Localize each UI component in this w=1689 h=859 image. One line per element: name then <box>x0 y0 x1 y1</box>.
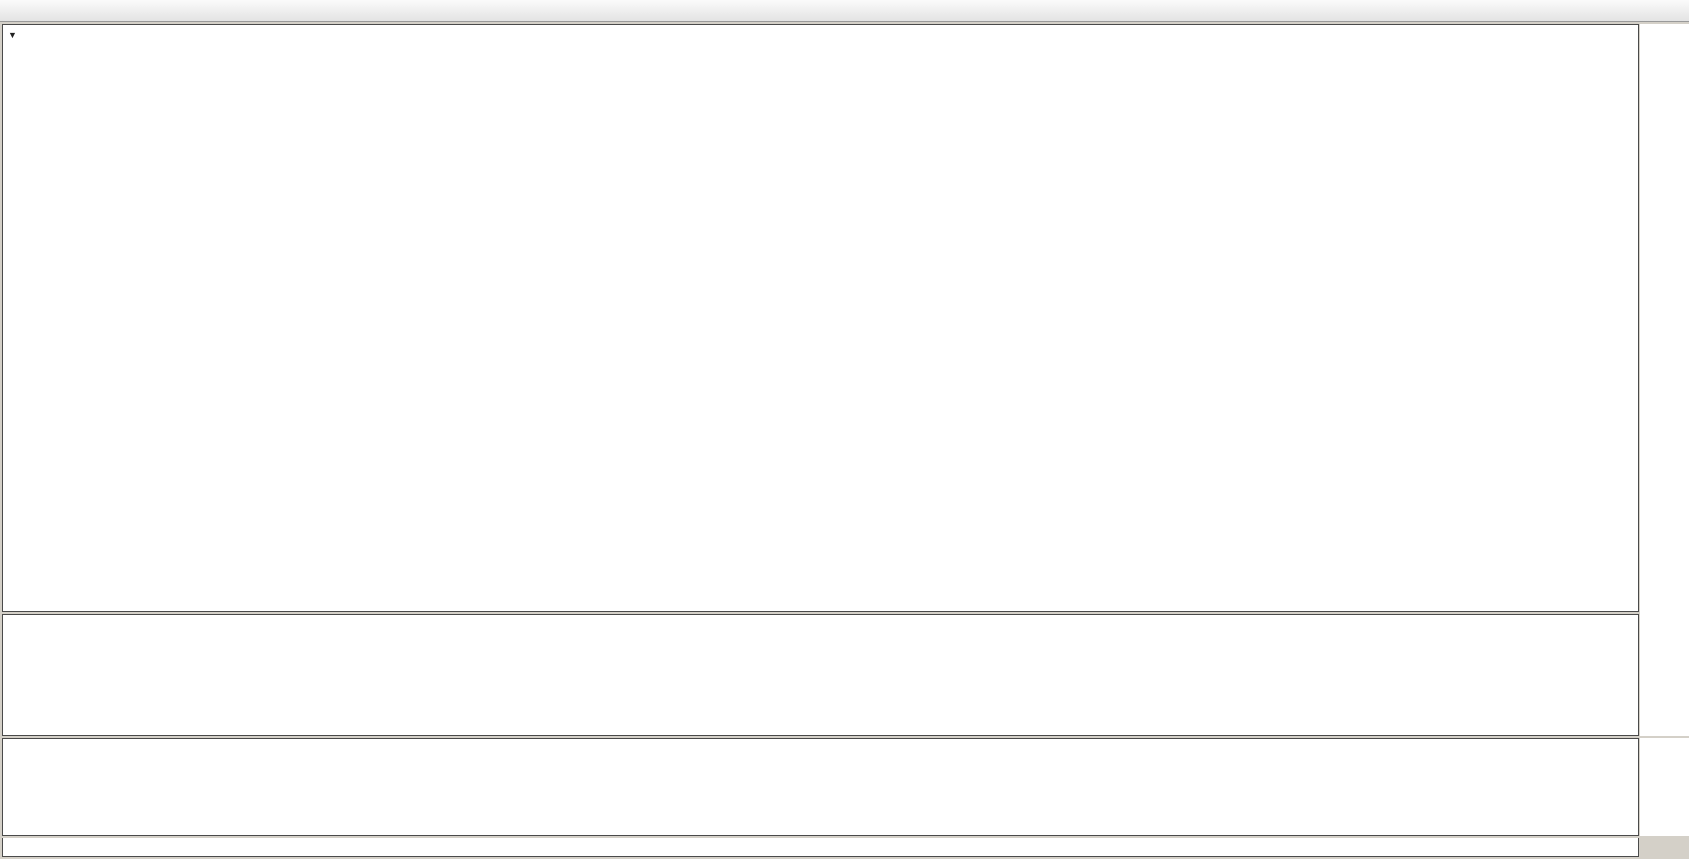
search-button[interactable] <box>1659 0 1667 22</box>
rsi-plot[interactable] <box>3 739 1638 835</box>
mt4-window: ▼ <box>0 0 1689 859</box>
macd-plot[interactable] <box>3 615 1638 735</box>
rsi-axis[interactable] <box>1640 738 1689 836</box>
price-axis[interactable] <box>1640 24 1689 624</box>
macd-axis[interactable] <box>1640 614 1689 736</box>
toolbar-right <box>1659 0 1689 22</box>
price-chart-plot[interactable] <box>3 25 1638 611</box>
chart-window: ▼ <box>0 22 1689 859</box>
rsi-panel[interactable] <box>2 738 1639 836</box>
time-axis[interactable] <box>2 838 1639 857</box>
chart-title: ▼ <box>8 27 31 41</box>
collapse-icon[interactable]: ▼ <box>8 30 17 40</box>
toolbar <box>0 0 1689 22</box>
macd-panel[interactable] <box>2 614 1639 736</box>
price-panel[interactable]: ▼ <box>2 24 1639 612</box>
notifications-button[interactable] <box>1673 0 1681 22</box>
